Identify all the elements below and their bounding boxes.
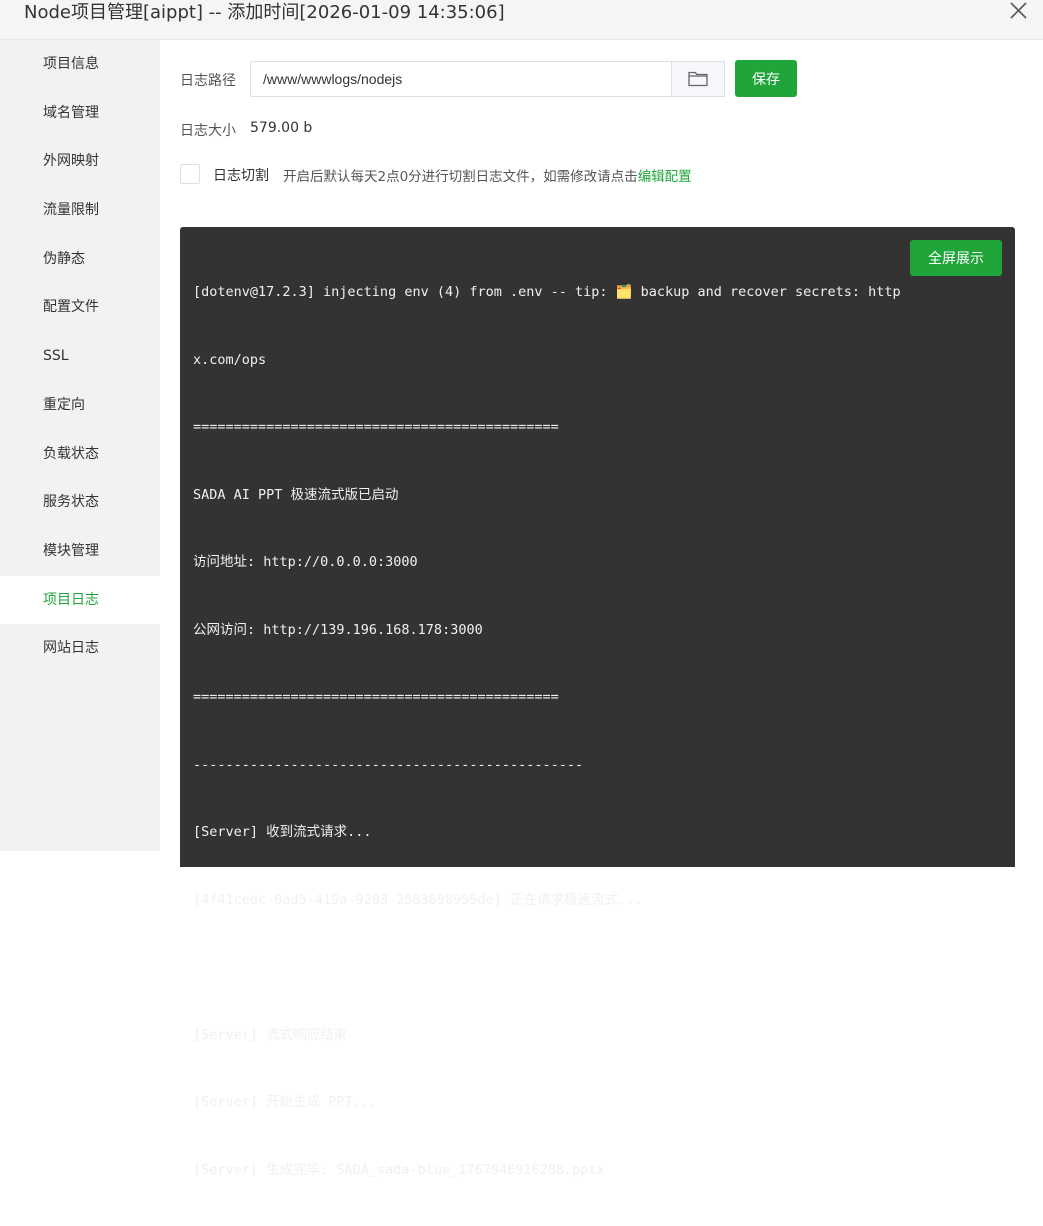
sidebar-item-load-status[interactable]: 负载状态	[0, 430, 160, 479]
log-line: 访问地址: http://0.0.0.0:3000	[193, 551, 1003, 574]
save-button[interactable]: 保存	[735, 60, 797, 97]
fullscreen-button[interactable]: 全屏展示	[910, 240, 1002, 276]
edit-config-link[interactable]: 编辑配置	[638, 169, 692, 185]
sidebar-item-traffic-limit[interactable]: 流量限制	[0, 186, 160, 235]
sidebar-item-domain-management[interactable]: 域名管理	[0, 89, 160, 138]
log-rotate-description: 开启后默认每天2点0分进行切割日志文件，如需修改请点击编辑配置	[283, 165, 692, 185]
log-line: [dotenv@17.2.3] injecting env (4) from .…	[193, 281, 1003, 304]
log-rotate-description-text: 开启后默认每天2点0分进行切割日志文件，如需修改请点击	[283, 169, 638, 185]
log-output: [dotenv@17.2.3] injecting env (4) from .…	[193, 236, 1003, 1226]
main-panel: 日志路径 保存 日志大小 579.00 b 日志切割 开启后默认每天2点0分进行…	[160, 40, 1043, 851]
dialog-title: Node项目管理[aippt] -- 添加时间[2026-01-09 14:35…	[24, 3, 505, 23]
log-line: ========================================…	[193, 416, 1003, 439]
log-size-value: 579.00 b	[250, 120, 312, 136]
sidebar-item-module-management[interactable]: 模块管理	[0, 527, 160, 576]
log-line: x.com/ops	[193, 349, 1003, 372]
log-line: [Server] 开始生成 PPT...	[193, 1091, 1003, 1114]
sidebar-item-external-mapping[interactable]: 外网映射	[0, 137, 160, 186]
log-path-input[interactable]	[250, 61, 725, 97]
log-line: 公网访问: http://139.196.168.178:3000	[193, 619, 1003, 642]
sidebar-item-site-log[interactable]: 网站日志	[0, 624, 160, 673]
close-icon[interactable]	[1007, 0, 1029, 22]
log-rotate-checkbox[interactable]	[180, 164, 200, 184]
sidebar-item-project-info[interactable]: 项目信息	[0, 40, 160, 89]
folder-button[interactable]	[671, 61, 725, 97]
log-line: [Server] 生成完毕: SADA_sada-blue_1767946916…	[193, 1159, 1003, 1182]
sidebar-item-project-log[interactable]: 项目日志	[0, 576, 160, 625]
log-line: ----------------------------------------…	[193, 754, 1003, 777]
log-line	[193, 956, 1003, 979]
log-line: [Server] 流式响应结束	[193, 1024, 1003, 1047]
log-console: [dotenv@17.2.3] injecting env (4) from .…	[180, 227, 1015, 867]
dialog-titlebar: Node项目管理[aippt] -- 添加时间[2026-01-09 14:35…	[0, 0, 1043, 40]
sidebar-item-redirect[interactable]: 重定向	[0, 381, 160, 430]
log-path-label: 日志路径	[180, 70, 236, 90]
log-line: SADA AI PPT 极速流式版已启动	[193, 484, 1003, 507]
folder-icon	[672, 62, 724, 96]
sidebar-item-config-file[interactable]: 配置文件	[0, 283, 160, 332]
log-size-label: 日志大小	[180, 120, 236, 140]
sidebar-item-pseudo-static[interactable]: 伪静态	[0, 235, 160, 284]
log-line: ========================================…	[193, 686, 1003, 709]
sidebar-item-ssl[interactable]: SSL	[0, 332, 160, 381]
log-line: [4f41cedc-0ad5-419a-9203-2583698955de] 正…	[193, 889, 1003, 912]
log-rotate-label: 日志切割	[213, 165, 269, 185]
sidebar-item-service-status[interactable]: 服务状态	[0, 478, 160, 527]
log-line: [Server] 收到流式请求...	[193, 821, 1003, 844]
sidebar: 项目信息 域名管理 外网映射 流量限制 伪静态 配置文件 SSL 重定向 负载状…	[0, 40, 160, 851]
